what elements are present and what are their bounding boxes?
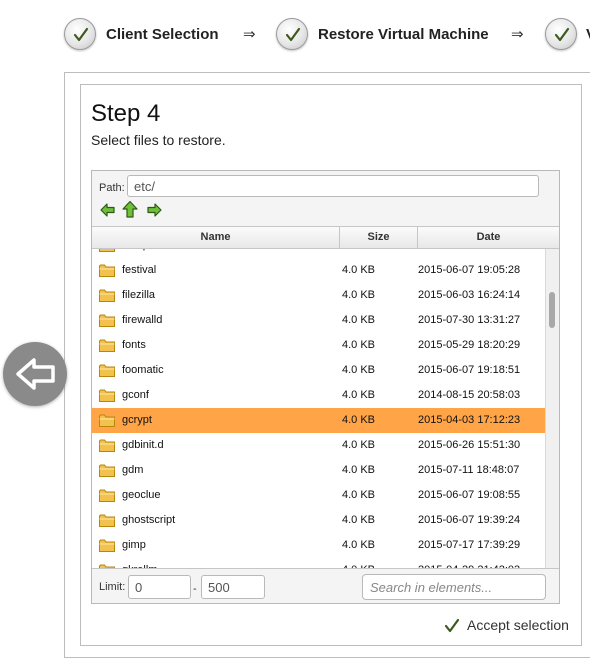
folder-icon [99, 464, 115, 477]
file-name: fcoap [122, 249, 149, 251]
accept-selection-label: Accept selection [467, 617, 569, 633]
table-row[interactable]: firewalld 4.0 KB 2015-07-30 13:31:27 [92, 308, 545, 333]
file-name: gimp [122, 539, 146, 551]
table-row[interactable]: gcrypt 4.0 KB 2015-04-03 17:12:23 [92, 408, 545, 433]
folder-icon [99, 314, 115, 327]
table-header: Name Size Date [92, 226, 559, 249]
step-complete-check-icon [64, 18, 96, 50]
file-date: 2015-06-03 16:24:14 [418, 289, 521, 301]
file-size: 4.0 KB [342, 364, 376, 376]
file-list[interactable]: fcoap 4.0 KB 2015-07-25 13:02:20 festival 4.… [92, 249, 545, 568]
file-date: 2015-06-26 15:51:30 [418, 439, 521, 451]
file-size: 4.0 KB [342, 514, 376, 526]
file-date: 2015-06-07 19:05:28 [418, 264, 521, 276]
step-arrow-icon: ⇒ [243, 26, 256, 43]
file-date: 2015-06-07 19:08:55 [418, 489, 521, 501]
search-input[interactable] [362, 574, 546, 600]
table-row[interactable]: gdbinit.d 4.0 KB 2015-06-26 15:51:30 [92, 433, 545, 458]
file-size: 4.0 KB [342, 264, 376, 276]
column-header-name[interactable]: Name [92, 227, 340, 248]
limit-label: Limit: [99, 581, 126, 593]
file-size: 4.0 KB [342, 314, 376, 326]
step-label-truncated: V [586, 26, 590, 43]
table-row[interactable]: geoclue 4.0 KB 2015-06-07 19:08:55 [92, 483, 545, 508]
table-row[interactable]: gconf 4.0 KB 2014-08-15 20:58:03 [92, 383, 545, 408]
step-label-client-selection: Client Selection [106, 26, 219, 43]
file-name: firewalld [122, 314, 163, 326]
table-row[interactable]: festival 4.0 KB 2015-06-07 19:05:28 [92, 258, 545, 283]
step-complete-check-icon [545, 18, 577, 50]
table-row[interactable]: foomatic 4.0 KB 2015-06-07 19:18:51 [92, 358, 545, 383]
folder-icon [99, 514, 115, 527]
forward-arrow-icon[interactable] [145, 201, 163, 219]
back-button[interactable] [3, 342, 67, 406]
folder-icon [99, 414, 115, 427]
path-label: Path: [99, 182, 125, 194]
back-arrow-icon[interactable] [99, 201, 117, 219]
folder-icon [99, 264, 115, 277]
table-row[interactable]: gdm 4.0 KB 2015-07-11 18:48:07 [92, 458, 545, 483]
folder-icon [99, 364, 115, 377]
file-date: 2015-06-07 19:18:51 [418, 364, 521, 376]
file-name: filezilla [122, 289, 156, 301]
folder-icon [99, 539, 115, 552]
column-header-size[interactable]: Size [340, 227, 418, 248]
step-arrow-icon: ⇒ [511, 26, 524, 43]
limit-from-input[interactable] [128, 575, 191, 599]
table-row[interactable]: fcoap 4.0 KB 2015-07-25 13:02:20 [92, 249, 545, 258]
list-scrollbar[interactable] [545, 249, 559, 568]
path-input[interactable] [127, 175, 539, 197]
page-title: Step 4 [91, 100, 161, 127]
scrollbar-thumb[interactable] [549, 292, 555, 328]
table-row[interactable]: gkrellm4.0 KB2015-04-29 21:42:03 [92, 558, 545, 568]
file-size: 4.0 KB [342, 339, 376, 351]
file-size: 4.0 KB [342, 439, 376, 451]
folder-icon [99, 339, 115, 352]
file-date: 2015-07-11 18:48:07 [418, 464, 520, 476]
limit-separator: - [193, 583, 197, 595]
step-complete-check-icon [276, 18, 308, 50]
file-size: 4.0 KB [342, 539, 376, 551]
file-date: 2015-07-17 17:39:29 [418, 539, 521, 551]
table-row[interactable]: fonts 4.0 KB 2015-05-29 18:20:29 [92, 333, 545, 358]
check-icon [444, 618, 460, 633]
file-name: festival [122, 264, 157, 276]
page-subtitle: Select files to restore. [91, 132, 226, 148]
column-header-date[interactable]: Date [418, 227, 559, 248]
file-size: 4.0 KB [342, 249, 375, 251]
file-size: 4.0 KB [342, 414, 376, 426]
file-size: 4.0 KB [342, 289, 376, 301]
file-date: 2015-06-07 19:39:24 [418, 514, 521, 526]
table-row[interactable]: filezilla 4.0 KB 2015-06-03 16:24:14 [92, 283, 545, 308]
up-arrow-icon[interactable] [121, 200, 139, 218]
folder-icon [99, 389, 115, 402]
file-name: gcrypt [122, 414, 152, 426]
file-date: 2015-07-25 13:02:20 [418, 249, 520, 251]
file-name: foomatic [122, 364, 164, 376]
file-size: 4.0 KB [342, 489, 376, 501]
table-row[interactable]: ghostscript 4.0 KB 2015-06-07 19:39:24 [92, 508, 545, 533]
wizard-steps: Client Selection ⇒ Restore Virtual Machi… [0, 0, 590, 70]
file-name: gdm [122, 464, 144, 476]
file-name: gdbinit.d [122, 439, 164, 451]
folder-icon [99, 439, 115, 452]
file-name: geoclue [122, 489, 161, 501]
file-size: 4.0 KB [342, 389, 376, 401]
file-date: 2015-05-29 18:20:29 [418, 339, 521, 351]
back-arrow-icon [16, 358, 55, 390]
file-date: 2015-04-03 17:12:23 [418, 414, 521, 426]
folder-icon [99, 289, 115, 302]
table-row[interactable]: gimp 4.0 KB 2015-07-17 17:39:29 [92, 533, 545, 558]
folder-icon [99, 249, 115, 252]
file-name: gconf [122, 389, 149, 401]
file-name: fonts [122, 339, 146, 351]
file-size: 4.0 KB [342, 464, 376, 476]
file-date: 2014-08-15 20:58:03 [418, 389, 521, 401]
limit-to-input[interactable] [201, 575, 265, 599]
file-name: ghostscript [122, 514, 176, 526]
folder-icon [99, 489, 115, 502]
step-label-restore-vm: Restore Virtual Machine [318, 26, 489, 43]
file-date: 2015-07-30 13:31:27 [418, 314, 521, 326]
